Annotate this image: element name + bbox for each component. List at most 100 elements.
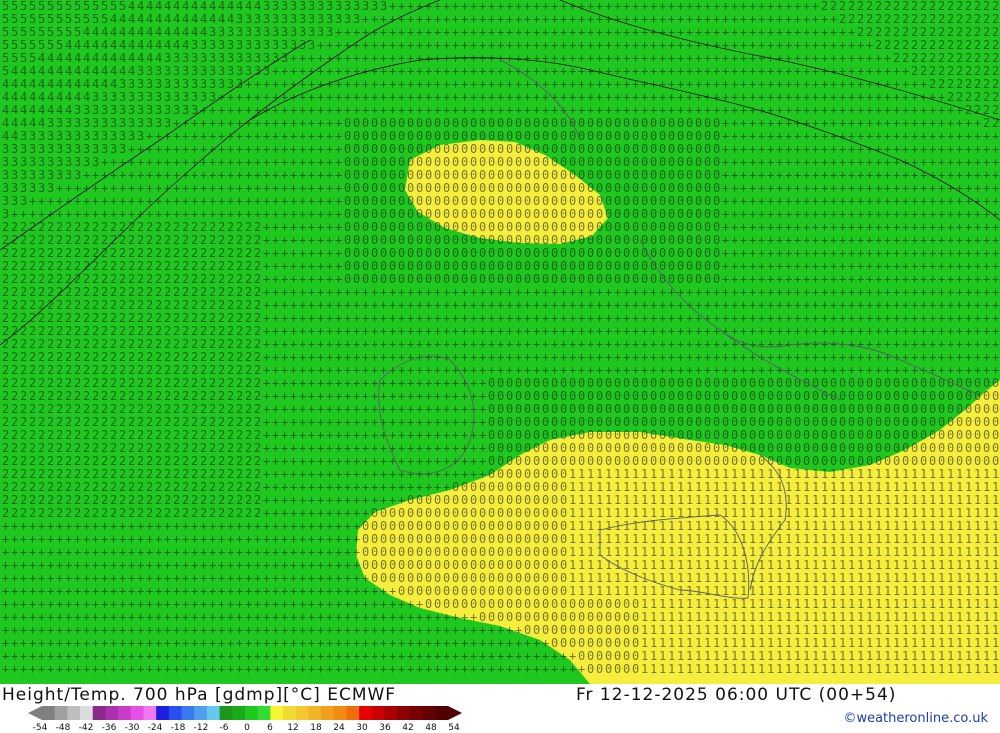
svg-text:0: 0 (398, 129, 405, 143)
svg-text:+: + (461, 298, 468, 312)
svg-text:2: 2 (938, 77, 945, 91)
svg-text:+: + (506, 363, 513, 377)
svg-text:+: + (281, 389, 288, 403)
svg-text:1: 1 (785, 545, 792, 559)
weather-map: 5555555555555544444444444444433333333333… (0, 0, 1000, 684)
svg-text:+: + (398, 12, 405, 26)
svg-text:0: 0 (479, 194, 486, 208)
svg-text:0: 0 (731, 389, 738, 403)
svg-text:+: + (452, 311, 459, 325)
svg-text:+: + (101, 532, 108, 546)
svg-text:0: 0 (578, 246, 585, 260)
svg-text:+: + (281, 64, 288, 78)
svg-text:+: + (362, 441, 369, 455)
svg-text:0: 0 (587, 233, 594, 247)
svg-text:1: 1 (857, 519, 864, 533)
svg-text:0: 0 (551, 558, 558, 572)
svg-text:2: 2 (38, 389, 45, 403)
svg-text:2: 2 (929, 12, 936, 26)
credit-link[interactable]: ©weatheronline.co.uk (843, 711, 988, 726)
svg-text:2: 2 (29, 233, 36, 247)
svg-text:2: 2 (200, 415, 207, 429)
svg-text:+: + (281, 545, 288, 559)
svg-text:+: + (128, 194, 135, 208)
svg-text:+: + (875, 272, 882, 286)
svg-text:+: + (767, 129, 774, 143)
svg-text:+: + (830, 272, 837, 286)
svg-text:0: 0 (461, 246, 468, 260)
svg-text:+: + (803, 12, 810, 26)
svg-text:0: 0 (668, 155, 675, 169)
svg-text:+: + (956, 337, 963, 351)
svg-text:+: + (326, 441, 333, 455)
svg-text:2: 2 (155, 441, 162, 455)
svg-text:+: + (497, 298, 504, 312)
svg-text:0: 0 (632, 168, 639, 182)
svg-text:+: + (803, 25, 810, 39)
svg-text:+: + (596, 285, 603, 299)
svg-text:0: 0 (578, 142, 585, 156)
svg-text:+: + (902, 207, 909, 221)
svg-text:2: 2 (137, 402, 144, 416)
svg-text:4: 4 (128, 64, 135, 78)
svg-text:+: + (263, 259, 270, 273)
svg-text:+: + (470, 376, 477, 390)
svg-text:+: + (443, 402, 450, 416)
svg-text:+: + (326, 38, 333, 52)
svg-text:0: 0 (551, 389, 558, 403)
svg-text:2: 2 (101, 467, 108, 481)
svg-text:+: + (893, 181, 900, 195)
svg-text:2: 2 (209, 402, 216, 416)
svg-text:3: 3 (119, 129, 126, 143)
svg-text:0: 0 (740, 441, 747, 455)
svg-text:2: 2 (119, 246, 126, 260)
svg-text:+: + (650, 90, 657, 104)
svg-text:0: 0 (812, 428, 819, 442)
svg-text:1: 1 (929, 467, 936, 481)
svg-text:3: 3 (209, 77, 216, 91)
svg-text:2: 2 (2, 311, 9, 325)
svg-text:+: + (47, 207, 54, 221)
svg-text:0: 0 (812, 402, 819, 416)
svg-text:+: + (623, 298, 630, 312)
svg-text:2: 2 (11, 363, 18, 377)
svg-text:3: 3 (209, 64, 216, 78)
svg-text:+: + (326, 519, 333, 533)
svg-text:+: + (263, 480, 270, 494)
svg-text:0: 0 (362, 519, 369, 533)
svg-text:+: + (299, 77, 306, 91)
svg-text:2: 2 (218, 376, 225, 390)
svg-text:2: 2 (974, 51, 981, 65)
svg-text:1: 1 (965, 519, 972, 533)
svg-text:0: 0 (362, 155, 369, 169)
svg-text:+: + (623, 51, 630, 65)
svg-text:5: 5 (11, 51, 18, 65)
svg-text:+: + (848, 285, 855, 299)
svg-text:+: + (659, 337, 666, 351)
svg-text:+: + (776, 272, 783, 286)
svg-text:+: + (803, 298, 810, 312)
svg-text:+: + (551, 337, 558, 351)
svg-text:+: + (911, 181, 918, 195)
svg-text:+: + (362, 415, 369, 429)
svg-text:+: + (893, 129, 900, 143)
svg-text:+: + (749, 12, 756, 26)
svg-text:3: 3 (299, 25, 306, 39)
svg-text:0: 0 (965, 402, 972, 416)
svg-text:2: 2 (965, 90, 972, 104)
svg-text:1: 1 (713, 558, 720, 572)
svg-text:+: + (947, 298, 954, 312)
svg-text:+: + (992, 220, 999, 234)
svg-text:+: + (776, 350, 783, 364)
svg-text:+: + (497, 350, 504, 364)
svg-text:1: 1 (587, 519, 594, 533)
svg-text:4: 4 (29, 64, 36, 78)
svg-text:2: 2 (227, 233, 234, 247)
svg-text:0: 0 (641, 428, 648, 442)
svg-text:4: 4 (200, 25, 207, 39)
svg-text:2: 2 (2, 363, 9, 377)
svg-text:0: 0 (659, 233, 666, 247)
svg-text:0: 0 (533, 142, 540, 156)
svg-text:1: 1 (641, 467, 648, 481)
svg-text:+: + (182, 168, 189, 182)
